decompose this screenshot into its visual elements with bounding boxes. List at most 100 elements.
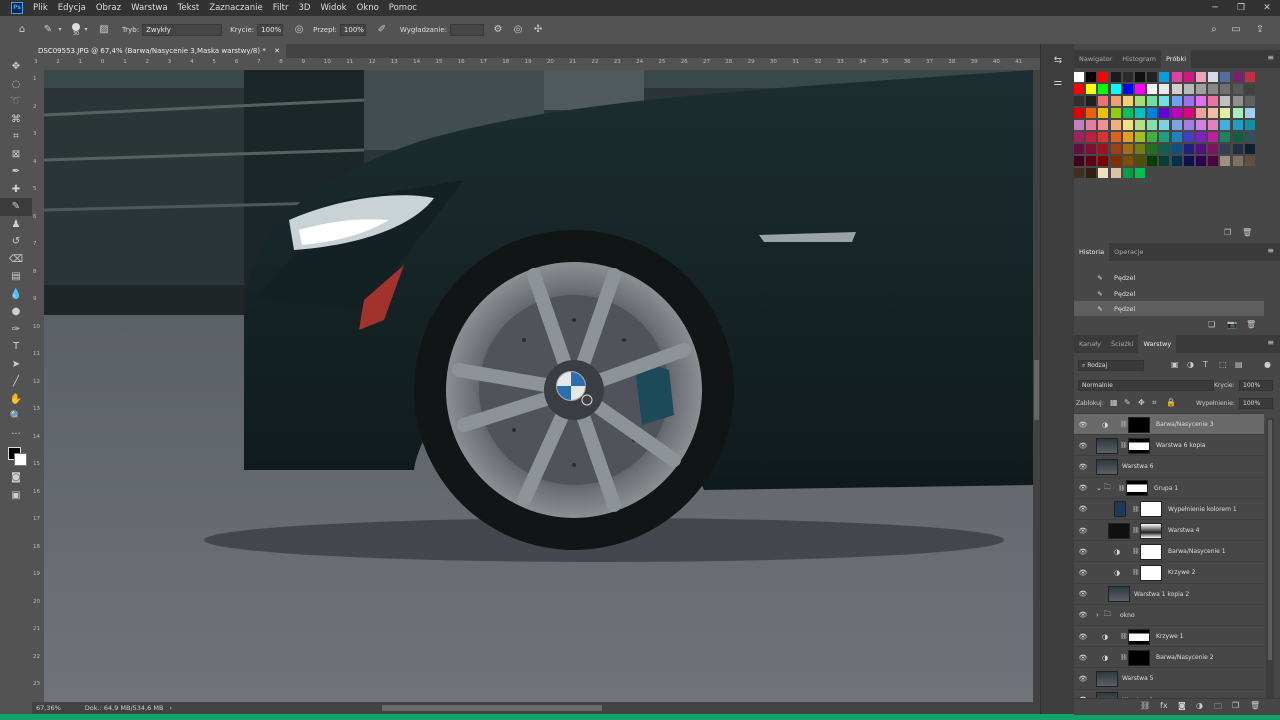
layer-thumbnail[interactable] bbox=[1108, 586, 1130, 603]
swatch[interactable] bbox=[1110, 156, 1121, 166]
filter-shape-icon[interactable]: ⬚ bbox=[1219, 360, 1227, 369]
brush-tool-icon[interactable]: ✎ bbox=[42, 24, 54, 36]
tab-history[interactable]: Historia bbox=[1074, 243, 1110, 261]
frame-tool-icon[interactable]: ⊠ bbox=[0, 146, 32, 164]
filter-smart-object-icon[interactable]: ▤ bbox=[1235, 360, 1243, 369]
mask-link-icon[interactable]: ⛓ bbox=[1120, 654, 1128, 661]
layer-opacity-input[interactable]: 100% bbox=[1239, 380, 1273, 391]
maximize-icon[interactable]: ❐ bbox=[1228, 0, 1254, 16]
swatch[interactable] bbox=[1196, 144, 1206, 154]
menu-edit[interactable]: Edycja bbox=[58, 3, 86, 13]
swatch[interactable] bbox=[1098, 72, 1109, 82]
swatch[interactable] bbox=[1110, 72, 1121, 82]
swatch[interactable] bbox=[1171, 96, 1182, 106]
swatch[interactable] bbox=[1110, 168, 1121, 178]
panel-menu-icon[interactable]: ≡ bbox=[1267, 53, 1274, 62]
menu-image[interactable]: Obraz bbox=[96, 3, 121, 13]
search-icon[interactable]: ⌕ bbox=[1208, 24, 1220, 36]
swatch[interactable] bbox=[1074, 144, 1084, 154]
menu-view[interactable]: Widok bbox=[320, 3, 346, 13]
swatch[interactable] bbox=[1171, 120, 1182, 130]
visibility-eye-icon[interactable]: 👁 bbox=[1078, 527, 1088, 535]
smoothing-input[interactable] bbox=[450, 24, 485, 36]
swatch[interactable] bbox=[1244, 84, 1255, 94]
screen-mode-icon[interactable]: ▣ bbox=[0, 487, 32, 505]
minimize-icon[interactable]: ─ bbox=[1202, 0, 1228, 16]
layer-row[interactable]: 👁 Warstwa 6 bbox=[1074, 455, 1264, 477]
layer-mask-thumbnail[interactable] bbox=[1128, 416, 1150, 433]
swatch[interactable] bbox=[1244, 108, 1255, 118]
close-tab-icon[interactable]: ✕ bbox=[274, 47, 280, 55]
pressure-size-icon[interactable]: ◎ bbox=[512, 24, 524, 36]
swatch[interactable] bbox=[1171, 144, 1182, 154]
brush-preset-picker[interactable]: 30 bbox=[72, 23, 80, 37]
layer-row[interactable]: 👁 ⌄ 🗀 ⛓ Grupa 1 bbox=[1074, 476, 1264, 499]
menu-help[interactable]: Pomoc bbox=[389, 3, 417, 13]
swatch[interactable] bbox=[1086, 108, 1097, 118]
swatch[interactable] bbox=[1232, 84, 1243, 94]
swatch[interactable] bbox=[1244, 72, 1255, 82]
gradient-tool-icon[interactable]: ▤ bbox=[0, 268, 32, 286]
layer-fill-input[interactable]: 100% bbox=[1239, 398, 1273, 409]
tab-actions[interactable]: Operacje bbox=[1109, 243, 1148, 261]
chevron-down-icon[interactable]: ▾ bbox=[80, 24, 92, 36]
swatch[interactable] bbox=[1208, 72, 1219, 82]
mode-select[interactable]: Zwykły bbox=[142, 24, 223, 36]
swatch[interactable] bbox=[1220, 108, 1231, 118]
history-item[interactable]: ✎ Pędzel bbox=[1074, 286, 1264, 301]
swatch[interactable] bbox=[1086, 144, 1097, 154]
lock-all-icon[interactable]: 🔒 bbox=[1166, 398, 1176, 407]
healing-tool-icon[interactable]: ✚ bbox=[0, 181, 32, 199]
trash-icon[interactable]: 🗑 bbox=[1246, 320, 1256, 329]
new-layer-icon[interactable]: ❐ bbox=[1232, 701, 1239, 710]
mask-link-icon[interactable]: ⛓ bbox=[1120, 421, 1128, 428]
flow-input[interactable]: 100% bbox=[339, 24, 366, 36]
trash-icon[interactable]: 🗑 bbox=[1250, 701, 1260, 710]
visibility-eye-icon[interactable]: 👁 bbox=[1078, 442, 1088, 450]
swatch[interactable] bbox=[1098, 96, 1109, 106]
eyedropper-tool-icon[interactable]: ✒ bbox=[0, 163, 32, 181]
swatch[interactable] bbox=[1074, 132, 1084, 142]
line-tool-icon[interactable]: ╱ bbox=[0, 373, 32, 391]
swatch[interactable] bbox=[1220, 120, 1231, 130]
swatch[interactable] bbox=[1086, 84, 1097, 94]
brush-tool-icon[interactable]: ✎ bbox=[0, 198, 32, 216]
swatch[interactable] bbox=[1135, 144, 1145, 154]
swatch[interactable] bbox=[1098, 84, 1109, 94]
swatch[interactable] bbox=[1074, 156, 1084, 166]
lock-artboard-icon[interactable]: ⌗ bbox=[1152, 398, 1157, 408]
lock-transparent-icon[interactable]: ▦ bbox=[1110, 398, 1118, 407]
move-tool-icon[interactable]: ✥ bbox=[0, 58, 32, 76]
swatch[interactable] bbox=[1122, 156, 1133, 166]
new-group-icon[interactable]: 🗀 bbox=[1214, 701, 1222, 715]
layer-kind-filter[interactable]: ⌕ Rodzaj bbox=[1078, 360, 1144, 371]
trash-icon[interactable]: 🗑 bbox=[1242, 228, 1252, 237]
swatch[interactable] bbox=[1086, 96, 1097, 106]
swatch[interactable] bbox=[1183, 156, 1194, 166]
layer-mask-thumbnail[interactable] bbox=[1140, 501, 1162, 518]
swatch[interactable] bbox=[1171, 156, 1182, 166]
swatch[interactable] bbox=[1086, 132, 1097, 142]
swatch[interactable] bbox=[1232, 144, 1243, 154]
layer-row[interactable]: 👁 ⛓ Wypełnienie kolorem 1 bbox=[1074, 497, 1264, 520]
quick-mask-icon[interactable]: ◙ bbox=[0, 469, 32, 487]
swatch[interactable] bbox=[1159, 72, 1170, 82]
swatch[interactable] bbox=[1232, 132, 1243, 142]
swatch[interactable] bbox=[1159, 144, 1170, 154]
swatch[interactable] bbox=[1110, 132, 1121, 142]
swatch[interactable] bbox=[1220, 156, 1231, 166]
opacity-input[interactable]: 100% bbox=[257, 24, 284, 36]
swatch[interactable] bbox=[1135, 156, 1145, 166]
panel-menu-icon[interactable]: ≡ bbox=[1267, 338, 1274, 347]
visibility-eye-icon[interactable]: 👁 bbox=[1078, 505, 1088, 513]
history-item[interactable]: ✎ Pędzel bbox=[1074, 270, 1264, 285]
swatch[interactable] bbox=[1208, 156, 1219, 166]
swatch[interactable] bbox=[1135, 96, 1145, 106]
swatch[interactable] bbox=[1183, 132, 1194, 142]
adjustment-layer-icon[interactable]: ◑ bbox=[1196, 701, 1203, 710]
workspace-icon[interactable]: ▭ bbox=[1230, 24, 1242, 36]
swatch[interactable] bbox=[1244, 132, 1255, 142]
swatch[interactable] bbox=[1232, 96, 1243, 106]
swatch[interactable] bbox=[1122, 72, 1133, 82]
color-swatches[interactable] bbox=[0, 443, 32, 469]
